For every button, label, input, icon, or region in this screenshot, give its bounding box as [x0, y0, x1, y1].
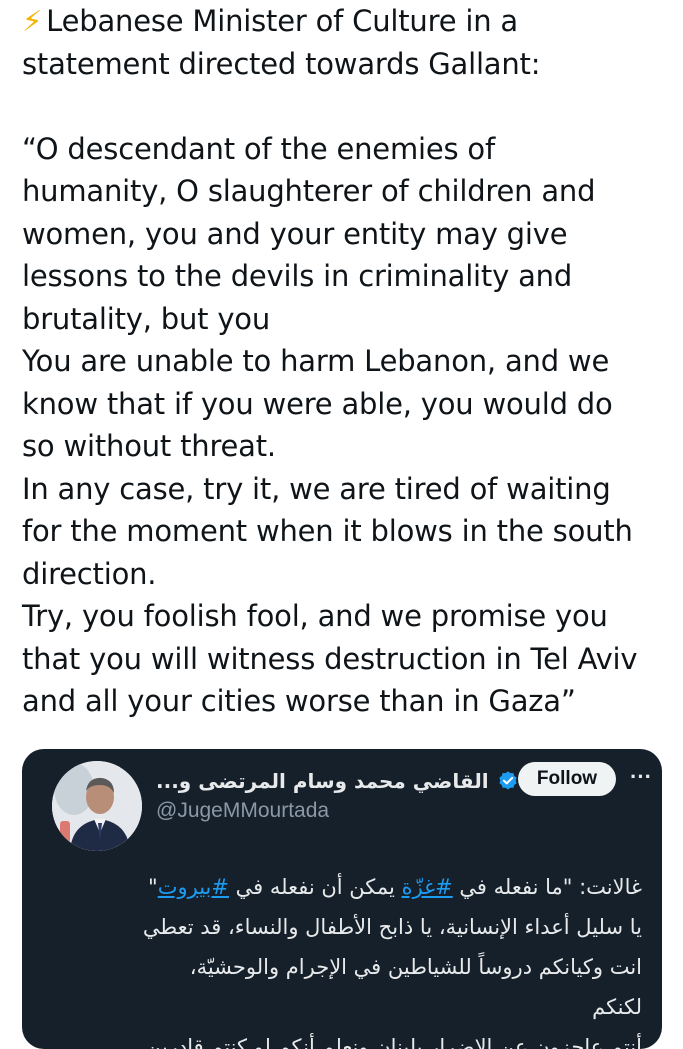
post-line: know that if you were able, you would do [22, 386, 613, 421]
embedded-tweet-text: غالانت: "ما نفعله في #غزّة يمكن أن نفعله… [52, 867, 642, 1049]
post-line: and all your cities worse than in Gaza” [22, 684, 576, 718]
avatar-portrait-icon [52, 761, 142, 851]
post-line: ⚡ Lebanese Minister of Culture in a [22, 4, 518, 38]
post-line: for the moment when it blows in the sout… [22, 514, 633, 548]
avatar[interactable] [52, 761, 142, 851]
author-name-row[interactable]: القاضي محمد وسام المرتضى و... [156, 765, 519, 797]
verified-badge-icon [498, 771, 517, 790]
hashtag-link[interactable]: #غزّة [402, 875, 453, 899]
post-line: statement directed towards Gallant: [22, 46, 541, 81]
post-line: “O descendant of the enemies of [22, 131, 495, 166]
embedded-tweet-line: لكنكم [592, 995, 642, 1019]
embedded-tweet-line: غالانت: "ما نفعله في #غزّة يمكن أن نفعله… [148, 875, 642, 899]
post-line: lessons to the devils in criminality and [22, 259, 573, 293]
post-line: so without threat. [22, 429, 276, 463]
post-line: direction. [22, 556, 157, 591]
lightning-icon: ⚡ [22, 4, 43, 38]
post-line: humanity, O slaughterer of children and [22, 174, 596, 208]
post-line: In any case, try it, we are tired of wai… [22, 471, 611, 506]
post-line: brutality, but you [22, 301, 270, 336]
more-options-icon[interactable]: ··· [628, 763, 654, 793]
hashtag-link[interactable]: #بيروت [158, 875, 229, 899]
post-line: Try, you foolish fool, and we promise yo… [22, 599, 608, 633]
post-line: women, you and your entity may give [22, 216, 568, 251]
post-line: that you will witness destruction in Tel… [22, 641, 638, 676]
embedded-tweet-line: أنتم عاجزون عن الإضرار بلبنان ونعلم أنكم… [145, 1035, 642, 1049]
post-text: ⚡ Lebanese Minister of Culture in a state… [22, 0, 672, 723]
post-blank-line [22, 85, 672, 128]
follow-button[interactable]: Follow [518, 762, 616, 796]
embedded-tweet-line: يا سليل أعداء الإنسانية، يا ذابح الأطفال… [142, 915, 642, 939]
embedded-tweet-line: انت وكيانكم دروساً للشياطين في الإجرام و… [189, 955, 642, 979]
embedded-tweet-card[interactable]: القاضي محمد وسام المرتضى و... Follow ···… [22, 749, 662, 1049]
author-handle[interactable]: @JugeMMourtada [156, 799, 329, 823]
author-name[interactable]: القاضي محمد وسام المرتضى و... [156, 769, 489, 793]
post-line: You are unable to harm Lebanon, and we [22, 344, 610, 378]
